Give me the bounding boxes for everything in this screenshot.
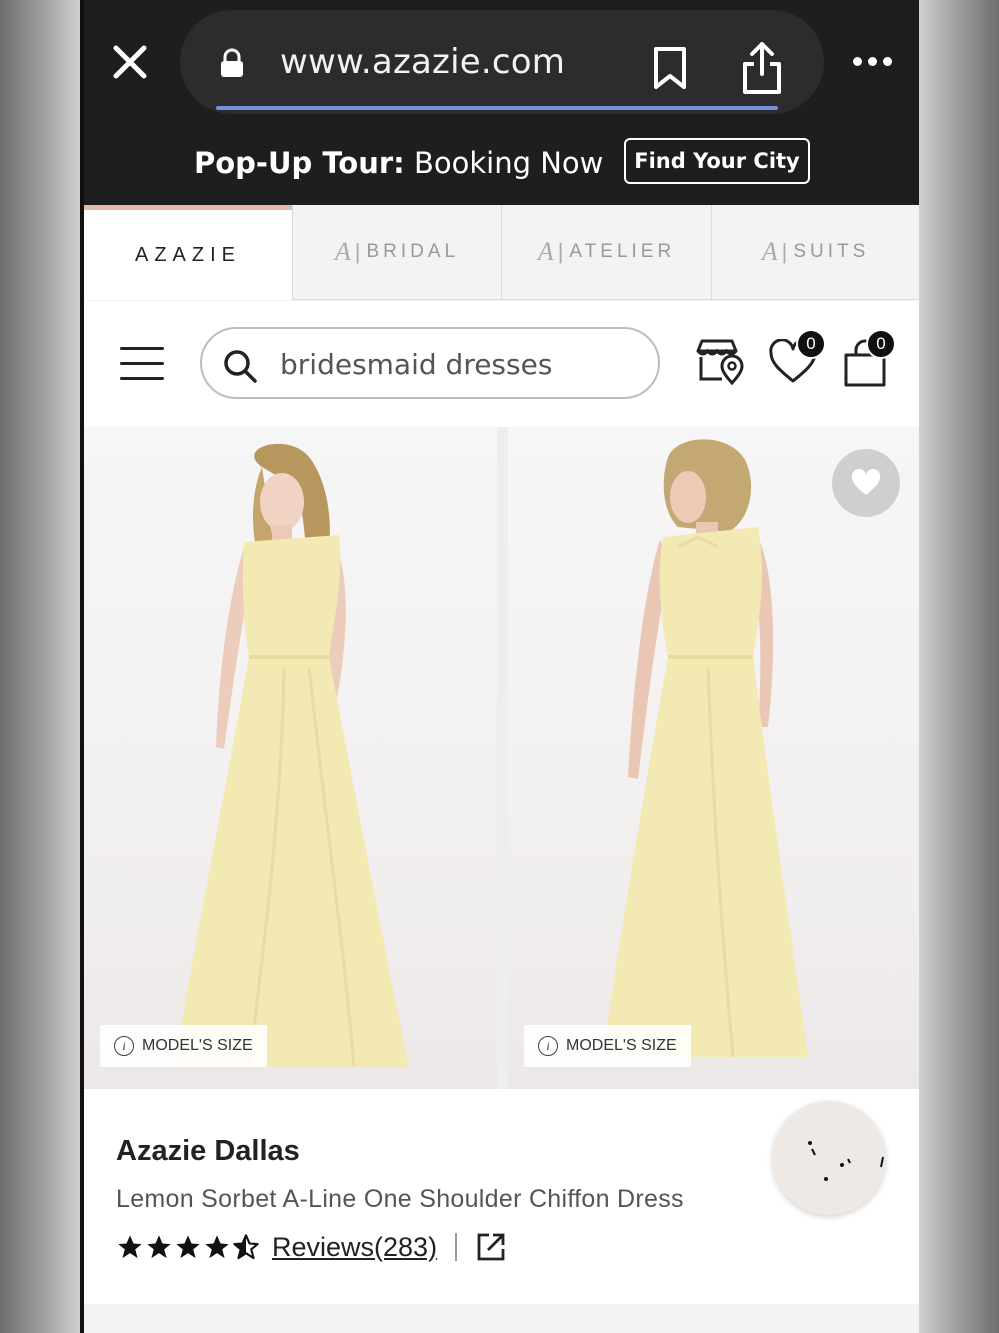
- search-bar[interactable]: [200, 327, 660, 399]
- heart-icon: [851, 469, 881, 495]
- more-icon: [852, 56, 862, 66]
- rating-row: Reviews(283): [116, 1227, 507, 1267]
- azazie-a-logo-icon: A: [761, 237, 778, 266]
- models-size-button[interactable]: i MODEL'S SIZE: [524, 1025, 691, 1067]
- tab-separator: |: [557, 239, 564, 264]
- store-locator-icon[interactable]: [694, 337, 744, 385]
- star-rating: [116, 1233, 260, 1261]
- tab-label: ATELIER: [569, 241, 676, 262]
- model-back-image: [603, 439, 808, 1058]
- loading-dots-icon: [808, 1141, 884, 1181]
- external-link-icon[interactable]: [475, 1231, 507, 1263]
- tab-label: AZAZIE: [134, 243, 241, 266]
- promo-bold: Pop-Up Tour:: [194, 146, 405, 180]
- address-bar[interactable]: www.azazie.com: [180, 10, 824, 114]
- close-button[interactable]: [106, 38, 154, 86]
- bookmark-icon[interactable]: [650, 46, 690, 90]
- reviews-link[interactable]: Reviews(283): [272, 1232, 437, 1263]
- lock-icon: [221, 48, 243, 77]
- tab-label: BRIDAL: [366, 241, 460, 262]
- page-load-progress: [216, 106, 778, 110]
- wishlist-button[interactable]: 0: [768, 329, 826, 385]
- star-icon: [118, 1235, 142, 1259]
- azazie-a-logo-icon: A: [334, 237, 351, 266]
- half-star-icon: [233, 1234, 259, 1260]
- search-input[interactable]: [278, 343, 642, 385]
- models-size-label: MODEL'S SIZE: [566, 1037, 677, 1054]
- info-icon: i: [538, 1036, 558, 1056]
- wishlist-count-badge: 0: [796, 329, 826, 359]
- models-size-label: MODEL'S SIZE: [142, 1037, 253, 1054]
- cart-count-badge: 0: [866, 329, 896, 359]
- product-description: Lemon Sorbet A-Line One Shoulder Chiffon…: [116, 1185, 684, 1213]
- models-size-button[interactable]: i MODEL'S SIZE: [100, 1025, 267, 1067]
- url-text: www.azazie.com: [280, 42, 566, 82]
- tab-bridal[interactable]: A | BRIDAL: [292, 205, 501, 300]
- more-options-button[interactable]: [848, 46, 896, 76]
- chat-widget-button[interactable]: [772, 1101, 886, 1215]
- more-icon-dot: [882, 56, 892, 66]
- promo-banner: Pop-Up Tour: Booking Now Find Your City: [84, 132, 919, 192]
- cart-button[interactable]: 0: [842, 329, 896, 387]
- site-header: 0 0: [84, 301, 919, 427]
- close-icon: [113, 45, 147, 79]
- next-section: [84, 1304, 919, 1333]
- menu-icon[interactable]: [120, 347, 164, 381]
- promo-rest: Booking Now: [404, 146, 604, 180]
- phone-screen: www.azazie.com Pop-Up Tour: Booking Now …: [84, 0, 919, 1333]
- tab-separator: |: [354, 239, 361, 264]
- product-image-front[interactable]: i MODEL'S SIZE: [84, 427, 497, 1089]
- search-icon: [224, 350, 257, 383]
- product-image-back[interactable]: i MODEL'S SIZE: [508, 427, 919, 1089]
- model-front-image: [174, 443, 409, 1068]
- tab-label: SUITS: [793, 241, 870, 262]
- tab-azazie[interactable]: AZAZIE: [84, 205, 292, 300]
- promo-text: Pop-Up Tour: Booking Now: [194, 146, 603, 180]
- more-icon-dot: [867, 56, 877, 66]
- share-icon[interactable]: [740, 40, 784, 96]
- azazie-a-logo-icon: A: [537, 237, 554, 266]
- product-info: Azazie Dallas Lemon Sorbet A-Line One Sh…: [84, 1089, 919, 1304]
- star-icon: [176, 1235, 200, 1259]
- tab-atelier[interactable]: A | ATELIER: [501, 205, 711, 300]
- product-name[interactable]: Azazie Dallas: [116, 1135, 300, 1168]
- browser-toolbar: www.azazie.com Pop-Up Tour: Booking Now …: [84, 0, 919, 205]
- tab-separator: |: [781, 239, 788, 264]
- add-to-wishlist-button[interactable]: [832, 449, 900, 517]
- tab-suits[interactable]: A | SUITS: [711, 205, 919, 300]
- divider: [455, 1233, 458, 1261]
- star-icon: [147, 1235, 171, 1259]
- star-icon: [205, 1235, 229, 1259]
- find-your-city-button[interactable]: Find Your City: [624, 138, 810, 184]
- product-gallery[interactable]: i MODEL'S SIZE i MODEL'S SIZE: [84, 427, 919, 1089]
- brand-tabs: AZAZIE A | BRIDAL A | ATELIER A | SUITS: [84, 205, 919, 301]
- info-icon: i: [114, 1036, 134, 1056]
